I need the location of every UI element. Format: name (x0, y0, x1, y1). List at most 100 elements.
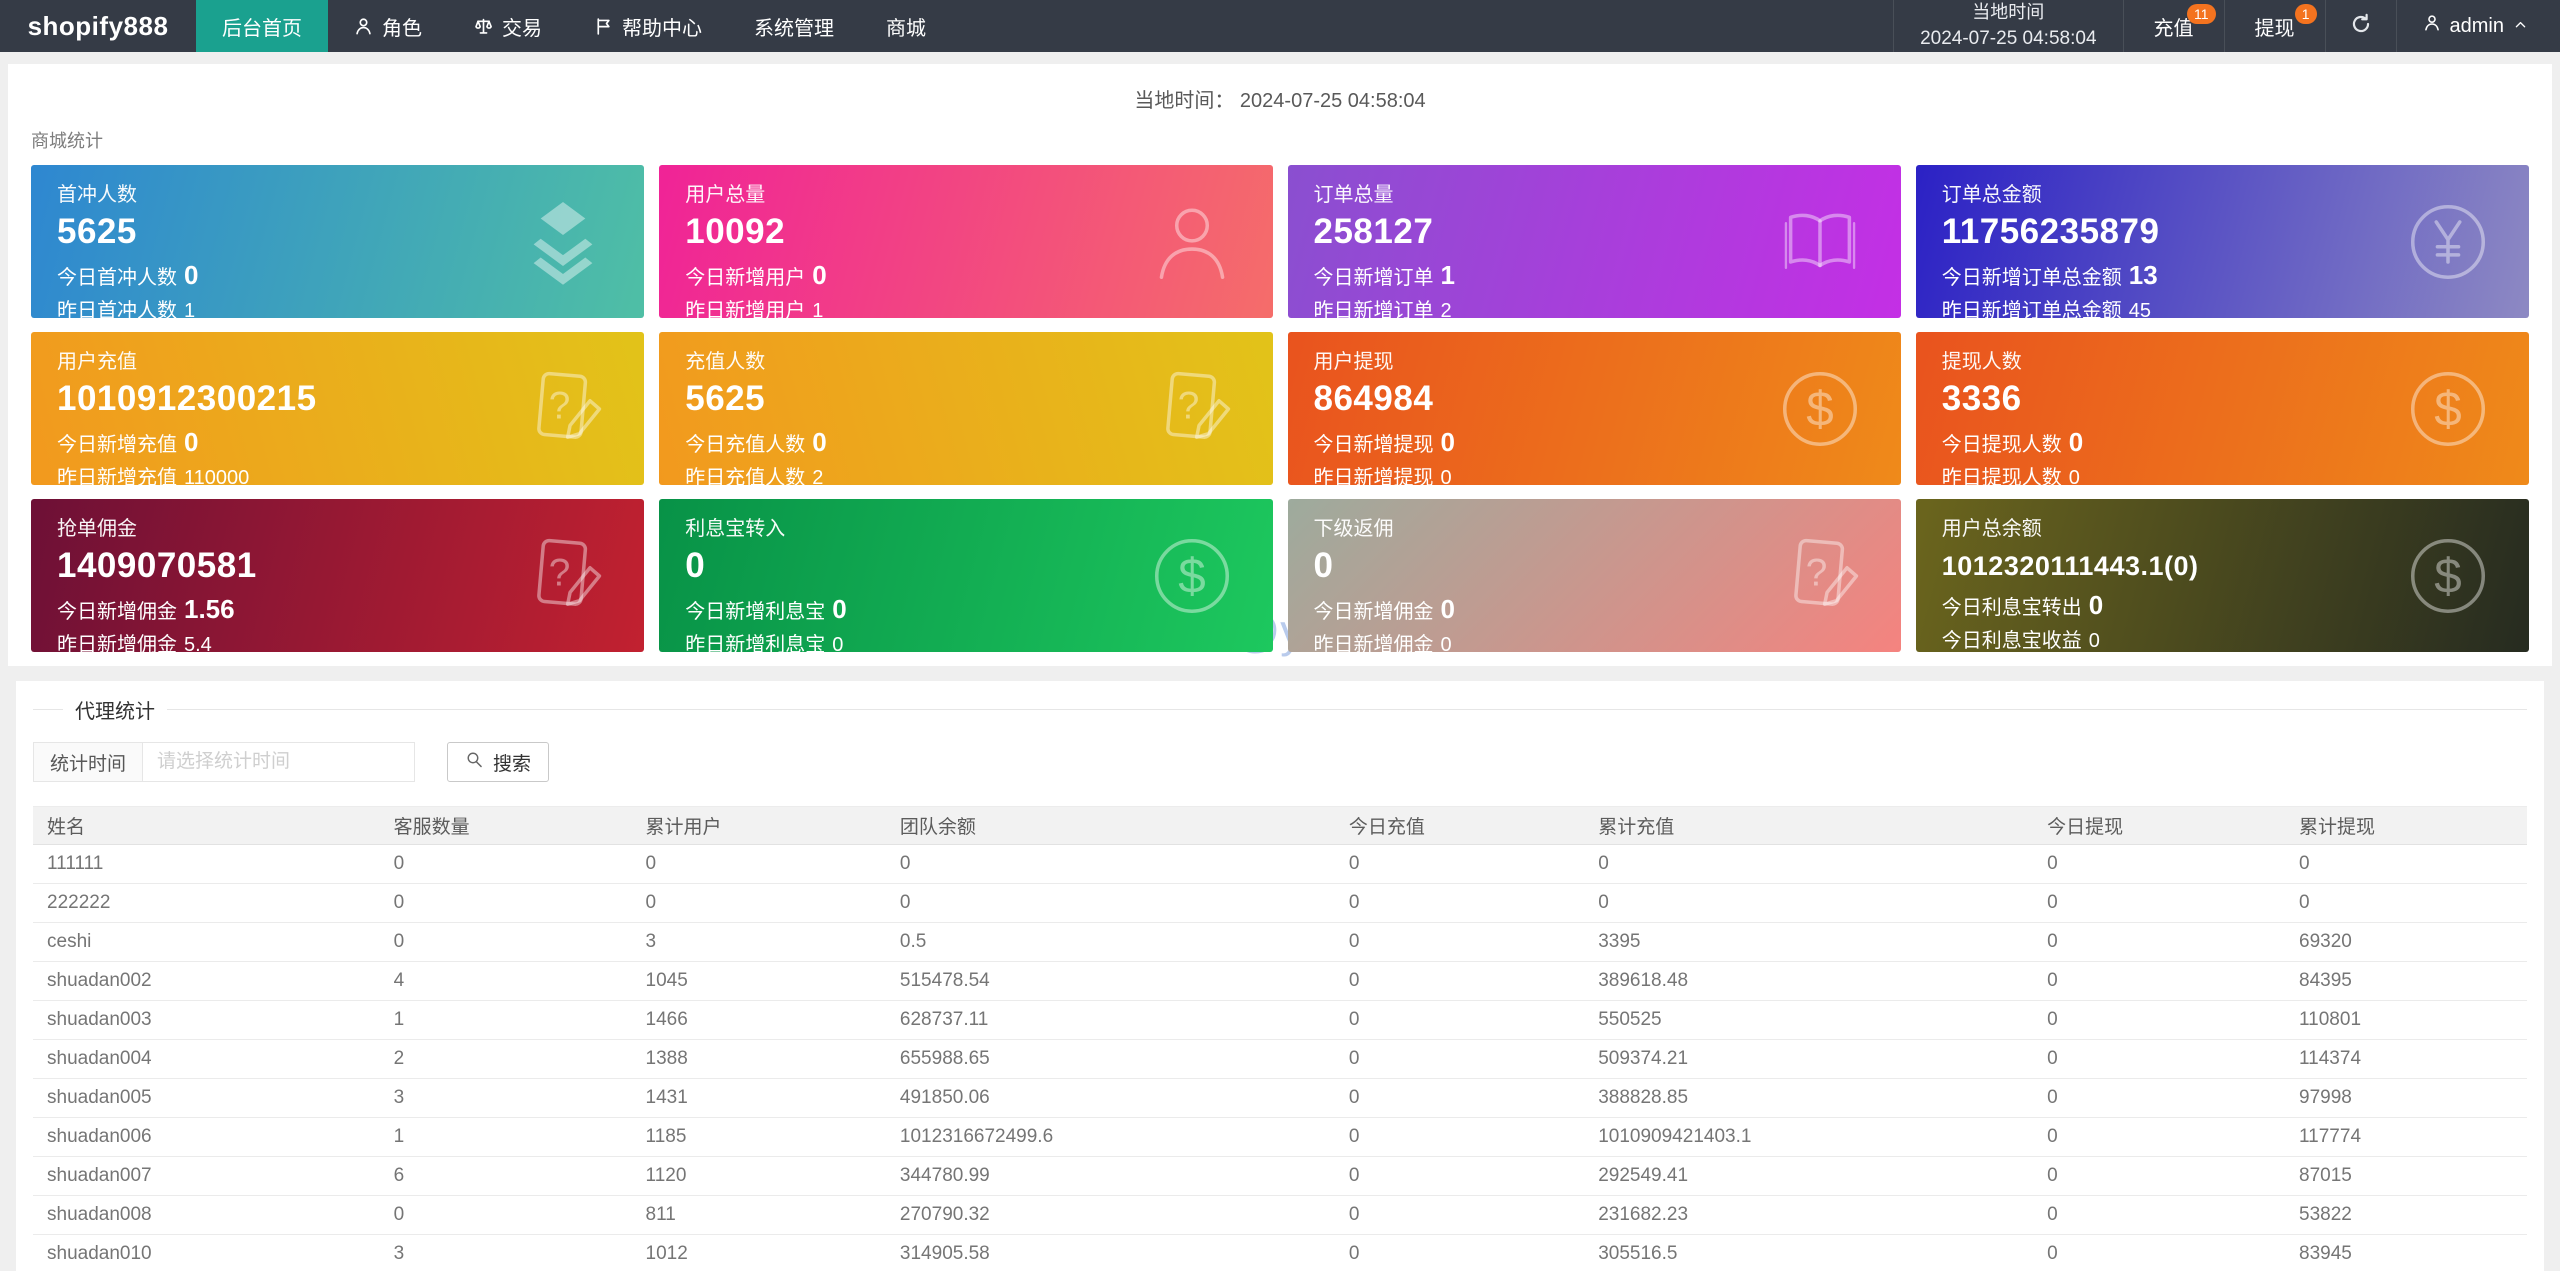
nav-item-help-center[interactable]: 帮助中心 (568, 0, 728, 52)
svg-text:$: $ (2434, 548, 2461, 603)
table-cell: ceshi (33, 923, 380, 962)
stat-card-withdraw-users: 提现人数3336今日提现人数0昨日提现人数0$ (1916, 332, 2529, 485)
dollar-icon: $ (1145, 529, 1239, 623)
table-cell: 0 (1335, 1001, 1584, 1040)
table-cell: 0 (2285, 845, 2527, 884)
table-cell: shuadan003 (33, 1001, 380, 1040)
table-cell: 388828.85 (1584, 1079, 2033, 1118)
table-cell: 0 (1584, 884, 2033, 923)
table-cell: 0 (380, 1196, 632, 1235)
table-cell: 509374.21 (1584, 1040, 2033, 1079)
table-cell: 0 (1335, 923, 1584, 962)
table-cell: shuadan006 (33, 1118, 380, 1157)
doc-icon: ? (516, 362, 610, 456)
table-cell: 1012316672499.6 (886, 1118, 1335, 1157)
table-cell: 0 (632, 884, 886, 923)
stat-card-total-users: 用户总量10092今日新增用户0昨日新增用户1 (659, 165, 1272, 318)
column-header: 姓名 (33, 807, 380, 845)
nav-item-system[interactable]: 系统管理 (728, 0, 860, 52)
doc-icon: ? (516, 529, 610, 623)
stat-card-interest-transfer-in: 利息宝转入0今日新增利息宝0昨日新增利息宝0$ (659, 499, 1272, 652)
nav-item-roles[interactable]: 角色 (328, 0, 448, 52)
nav-item-label: 系统管理 (754, 12, 834, 41)
table-cell: 1045 (632, 962, 886, 1001)
card-yesterday-line: 昨日新增充值110000 (57, 466, 618, 485)
nav-item-mall[interactable]: 商城 (860, 0, 952, 52)
card-yesterday-line: 昨日新增佣金5.4 (57, 633, 618, 652)
local-time-bar: 当地时间： 2024-07-25 04:58:04 (8, 84, 2552, 113)
table-cell: 0 (380, 845, 632, 884)
table-cell: shuadan002 (33, 962, 380, 1001)
dollar-icon: $ (1773, 362, 1867, 456)
table-cell: 97998 (2285, 1079, 2527, 1118)
book-icon (1773, 195, 1867, 289)
search-button[interactable]: 搜索 (447, 742, 549, 782)
dollar-icon: $ (2401, 362, 2495, 456)
yen-icon (2401, 195, 2495, 289)
column-header: 累计用户 (632, 807, 886, 845)
admin-user-menu[interactable]: admin (2396, 0, 2560, 52)
table-cell: 0 (632, 845, 886, 884)
withdraw-label: 提现 (2255, 12, 2295, 41)
table-cell: 0 (886, 884, 1335, 923)
card-yesterday-line: 昨日首冲人数1 (57, 299, 618, 318)
svg-text:?: ? (1177, 384, 1199, 427)
table-row: 1111110000000 (33, 845, 2527, 884)
table-cell: 1 (380, 1118, 632, 1157)
table-cell: 515478.54 (886, 962, 1335, 1001)
table-cell: 0 (1335, 884, 1584, 923)
filter-bar: 统计时间 搜索 (33, 742, 2527, 782)
table-cell: 491850.06 (886, 1079, 1335, 1118)
column-header: 累计提现 (2285, 807, 2527, 845)
nav-item-label: 商城 (886, 12, 926, 41)
refresh-button[interactable] (2325, 0, 2396, 52)
card-yesterday-line: 昨日充值人数2 (685, 466, 1246, 485)
stat-cards-grid: 首冲人数5625今日首冲人数0昨日首冲人数1用户总量10092今日新增用户0昨日… (31, 165, 2529, 652)
table-cell: 1012 (632, 1235, 886, 1271)
column-header: 今日充值 (1335, 807, 1584, 845)
table-cell: 4 (380, 962, 632, 1001)
table-cell: 0 (1335, 962, 1584, 1001)
card-yesterday-line: 今日利息宝收益0 (1942, 629, 2503, 652)
agent-stats-panel: 代理统计 统计时间 搜索 姓名客服数量累计用户团队余额今日充值累计充值今日提现累… (16, 681, 2544, 1271)
nav-item-trade[interactable]: 交易 (448, 0, 568, 52)
nav-menu: 后台首页角色交易帮助中心系统管理 商城 (196, 0, 952, 52)
table-row: shuadan006111851012316672499.6 0101090942… (33, 1118, 2527, 1157)
nav-right: 当地时间 2024-07-25 04:58:04 充值 11 提现 1 admi… (1893, 0, 2560, 52)
table-cell: 3 (632, 923, 886, 962)
table-cell: 6 (380, 1157, 632, 1196)
local-time-value: 2024-07-25 04:58:04 (1920, 25, 2096, 53)
table-cell: 1388 (632, 1040, 886, 1079)
stat-card-user-recharge: 用户充值1010912300215今日新增充值0昨日新增充值110000? (31, 332, 644, 485)
card-yesterday-line: 昨日新增提现0 (1314, 466, 1875, 485)
table-row: shuadan00241045515478.540389618.48084395 (33, 962, 2527, 1001)
mall-stats-panel: TG @yc099 当地时间： 2024-07-25 04:58:04 商城统计… (8, 64, 2552, 666)
table-row: shuadan00311466628737.1105505250110801 (33, 1001, 2527, 1040)
top-navbar: shopify888 后台首页角色交易帮助中心系统管理商城 当地时间 2024-… (0, 0, 2560, 52)
recharge-badge: 11 (2187, 4, 2216, 24)
nav-item-home[interactable]: 后台首页 (196, 0, 328, 52)
withdraw-nav-button[interactable]: 提现 1 (2224, 0, 2325, 52)
stat-card-order-commission: 抢单佣金1409070581今日新增佣金1.56昨日新增佣金5.4? (31, 499, 644, 652)
table-cell: 111111 (33, 845, 380, 884)
table-row: 2222220000000 (33, 884, 2527, 923)
table-cell: 0 (2033, 1118, 2285, 1157)
table-cell: 0 (1335, 1235, 1584, 1271)
username: admin (2450, 15, 2504, 38)
agent-stats-fieldset: 代理统计 (33, 709, 2527, 710)
scales-icon (474, 17, 493, 36)
card-yesterday-line: 昨日新增订单2 (1314, 299, 1875, 318)
nav-item-label: 后台首页 (222, 12, 302, 41)
agent-stats-section-label: 代理统计 (63, 695, 167, 724)
table-cell: 1185 (632, 1118, 886, 1157)
recharge-nav-button[interactable]: 充值 11 (2123, 0, 2224, 52)
table-cell: 231682.23 (1584, 1196, 2033, 1235)
table-cell: 110801 (2285, 1001, 2527, 1040)
card-yesterday-line: 昨日新增订单总金额45 (1942, 299, 2503, 318)
table-cell: 1010909421403.1 (1584, 1118, 2033, 1157)
table-cell: 0 (2033, 962, 2285, 1001)
table-row: shuadan00761120344780.990292549.41087015 (33, 1157, 2527, 1196)
stat-time-input[interactable] (143, 742, 415, 782)
table-cell: 83945 (2285, 1235, 2527, 1271)
table-row: ceshi030.503395069320 (33, 923, 2527, 962)
